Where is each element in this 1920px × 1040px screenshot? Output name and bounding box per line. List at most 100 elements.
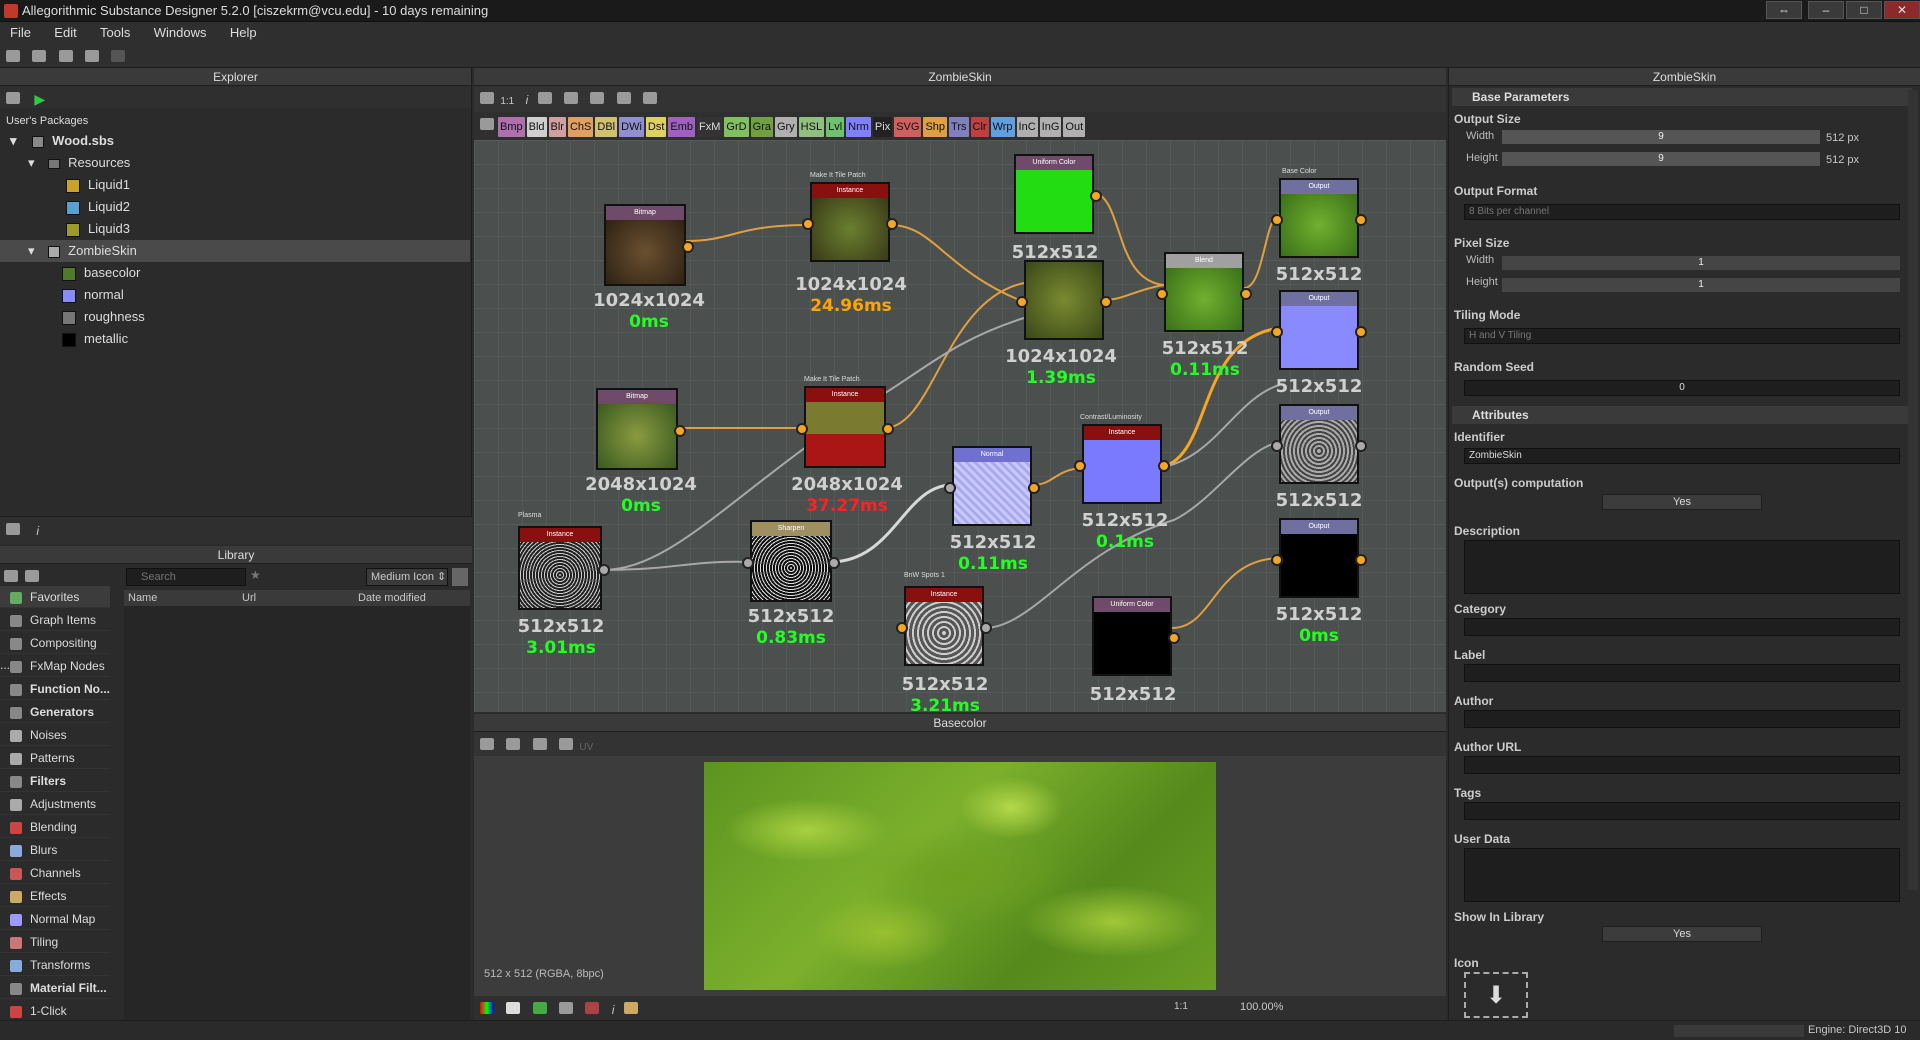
- filter-icon[interactable]: [480, 118, 494, 130]
- output-port[interactable]: [882, 423, 894, 435]
- output-port[interactable]: [1355, 440, 1367, 452]
- graph-node-out-rough[interactable]: Output: [1279, 404, 1359, 484]
- library-category[interactable]: Blending: [0, 816, 110, 838]
- output-port[interactable]: [1028, 482, 1040, 494]
- graph-zoom-label[interactable]: 1:1: [500, 96, 514, 107]
- output-format-select[interactable]: 8 Bits per channel: [1464, 204, 1900, 220]
- node-filter-button[interactable]: Pix: [872, 117, 893, 137]
- library-category[interactable]: Graph Items: [0, 609, 110, 631]
- input-port[interactable]: [1074, 460, 1086, 472]
- output-port[interactable]: [1355, 214, 1367, 226]
- graph-node-sharpen[interactable]: Sharpen: [750, 520, 832, 602]
- new-package-icon[interactable]: [6, 92, 20, 104]
- download-icon[interactable]: ⬇: [1464, 972, 1528, 1018]
- graph-node-out-normal[interactable]: Output: [1279, 290, 1359, 370]
- tree-resources[interactable]: ▾ Resources: [0, 152, 470, 174]
- graph-node-spots[interactable]: Instance: [904, 586, 984, 666]
- output-port[interactable]: [1090, 190, 1102, 202]
- output-port[interactable]: [886, 218, 898, 230]
- info-icon[interactable]: i: [36, 524, 39, 538]
- library-category[interactable]: Transforms: [0, 954, 110, 976]
- library-category[interactable]: Blurs: [0, 839, 110, 861]
- node-filter-button[interactable]: Bld: [526, 117, 547, 137]
- user-data-textarea[interactable]: [1464, 848, 1900, 902]
- node-filter-button[interactable]: DWi: [619, 117, 644, 137]
- library-category[interactable]: FxMap Nodes: [0, 655, 110, 677]
- graph-node-contrast[interactable]: Instance: [1082, 424, 1162, 504]
- input-port[interactable]: [742, 557, 754, 569]
- timer-icon[interactable]: [616, 92, 631, 104]
- checker-icon[interactable]: [506, 1002, 521, 1014]
- label-input[interactable]: [1464, 664, 1900, 682]
- graph-node-uniform2[interactable]: Uniform Color: [1092, 596, 1172, 676]
- section-base-parameters[interactable]: Base Parameters: [1452, 88, 1912, 106]
- graph-node-plasma[interactable]: Instance: [518, 526, 602, 610]
- library-category[interactable]: Adjustments: [0, 793, 110, 815]
- random-seed-field[interactable]: 0: [1464, 380, 1900, 396]
- graph-node-out-base[interactable]: Output: [1279, 178, 1359, 258]
- library-category[interactable]: Material Filt...: [0, 977, 110, 999]
- layer-icon[interactable]: [506, 738, 521, 750]
- info-icon[interactable]: i: [612, 1003, 615, 1017]
- close-button[interactable]: ✕: [1884, 1, 1920, 19]
- play-icon[interactable]: ▶: [34, 91, 45, 107]
- show-in-library-button[interactable]: Yes: [1602, 926, 1762, 942]
- node-filter-button[interactable]: ChS: [567, 117, 594, 137]
- graph-node-out-metal[interactable]: Output: [1279, 518, 1359, 598]
- tree-resource-item[interactable]: Liquid1: [0, 174, 470, 196]
- input-port[interactable]: [1016, 296, 1028, 308]
- expand-arrow-icon[interactable]: ▾: [10, 133, 17, 148]
- library-category[interactable]: Generators: [0, 701, 110, 723]
- settings-gear-icon[interactable]: [642, 92, 657, 104]
- node-filter-button[interactable]: Shp: [923, 117, 948, 137]
- library-category[interactable]: Filters: [0, 770, 110, 792]
- input-port[interactable]: [1271, 326, 1283, 338]
- align-icon[interactable]: [590, 92, 605, 104]
- output-port[interactable]: [980, 622, 992, 634]
- minimize-button[interactable]: –: [1808, 1, 1844, 19]
- tree-package[interactable]: ▾ Wood.sbs: [0, 130, 470, 152]
- menu-help[interactable]: Help: [220, 22, 267, 40]
- node-filter-button[interactable]: Gry: [774, 117, 797, 137]
- graph-node-uniform1[interactable]: Uniform Color: [1014, 154, 1094, 234]
- open-icon[interactable]: [32, 50, 47, 62]
- width-slider[interactable]: 9: [1502, 130, 1820, 144]
- expand-arrow-icon[interactable]: ▾: [28, 243, 35, 258]
- output-port[interactable]: [1100, 296, 1112, 308]
- new-icon[interactable]: [6, 50, 20, 62]
- library-category[interactable]: Channels: [0, 862, 110, 884]
- library-category[interactable]: 1-Click: [0, 1000, 110, 1022]
- graph-canvas[interactable]: Bitmap 1024x1024 0ms Instance Make It Tile P…: [474, 140, 1446, 712]
- library-category[interactable]: Function No...: [0, 678, 110, 700]
- zoom-icon[interactable]: [537, 92, 552, 104]
- properties-scrollbar[interactable]: [1908, 90, 1918, 890]
- menu-file[interactable]: File: [0, 22, 41, 40]
- library-category[interactable]: Compositing ...: [0, 632, 110, 672]
- tree-output-item[interactable]: roughness: [0, 306, 470, 328]
- node-filter-button[interactable]: HSL: [798, 117, 825, 137]
- tree-resource-item[interactable]: Liquid3: [0, 218, 470, 240]
- col-date[interactable]: Date modified: [358, 590, 426, 606]
- node-filter-button[interactable]: InC: [1016, 117, 1038, 137]
- frame-icon[interactable]: [480, 92, 494, 104]
- maximize-button[interactable]: □: [1846, 1, 1882, 19]
- redo-icon[interactable]: [111, 50, 126, 62]
- palette-icon[interactable]: [585, 1002, 600, 1014]
- alpha-icon[interactable]: [559, 1002, 574, 1014]
- output-port[interactable]: [674, 425, 686, 437]
- library-category[interactable]: Normal Map: [0, 908, 110, 930]
- input-port[interactable]: [802, 218, 814, 230]
- input-port[interactable]: [1271, 440, 1283, 452]
- tree-output-item[interactable]: basecolor: [0, 262, 470, 284]
- link-icon[interactable]: [563, 92, 578, 104]
- star-icon[interactable]: ★: [250, 568, 261, 582]
- col-name[interactable]: Name: [128, 590, 157, 606]
- graph-node-blend[interactable]: Blend: [1164, 252, 1244, 332]
- node-filter-button[interactable]: Gra: [750, 117, 773, 137]
- tags-input[interactable]: [1464, 802, 1900, 820]
- tree-output-item[interactable]: metallic: [0, 328, 470, 350]
- description-textarea[interactable]: [1464, 540, 1900, 594]
- grid-icon[interactable]: [480, 738, 494, 750]
- input-port[interactable]: [796, 423, 808, 435]
- node-filter-button[interactable]: Blr: [548, 117, 566, 137]
